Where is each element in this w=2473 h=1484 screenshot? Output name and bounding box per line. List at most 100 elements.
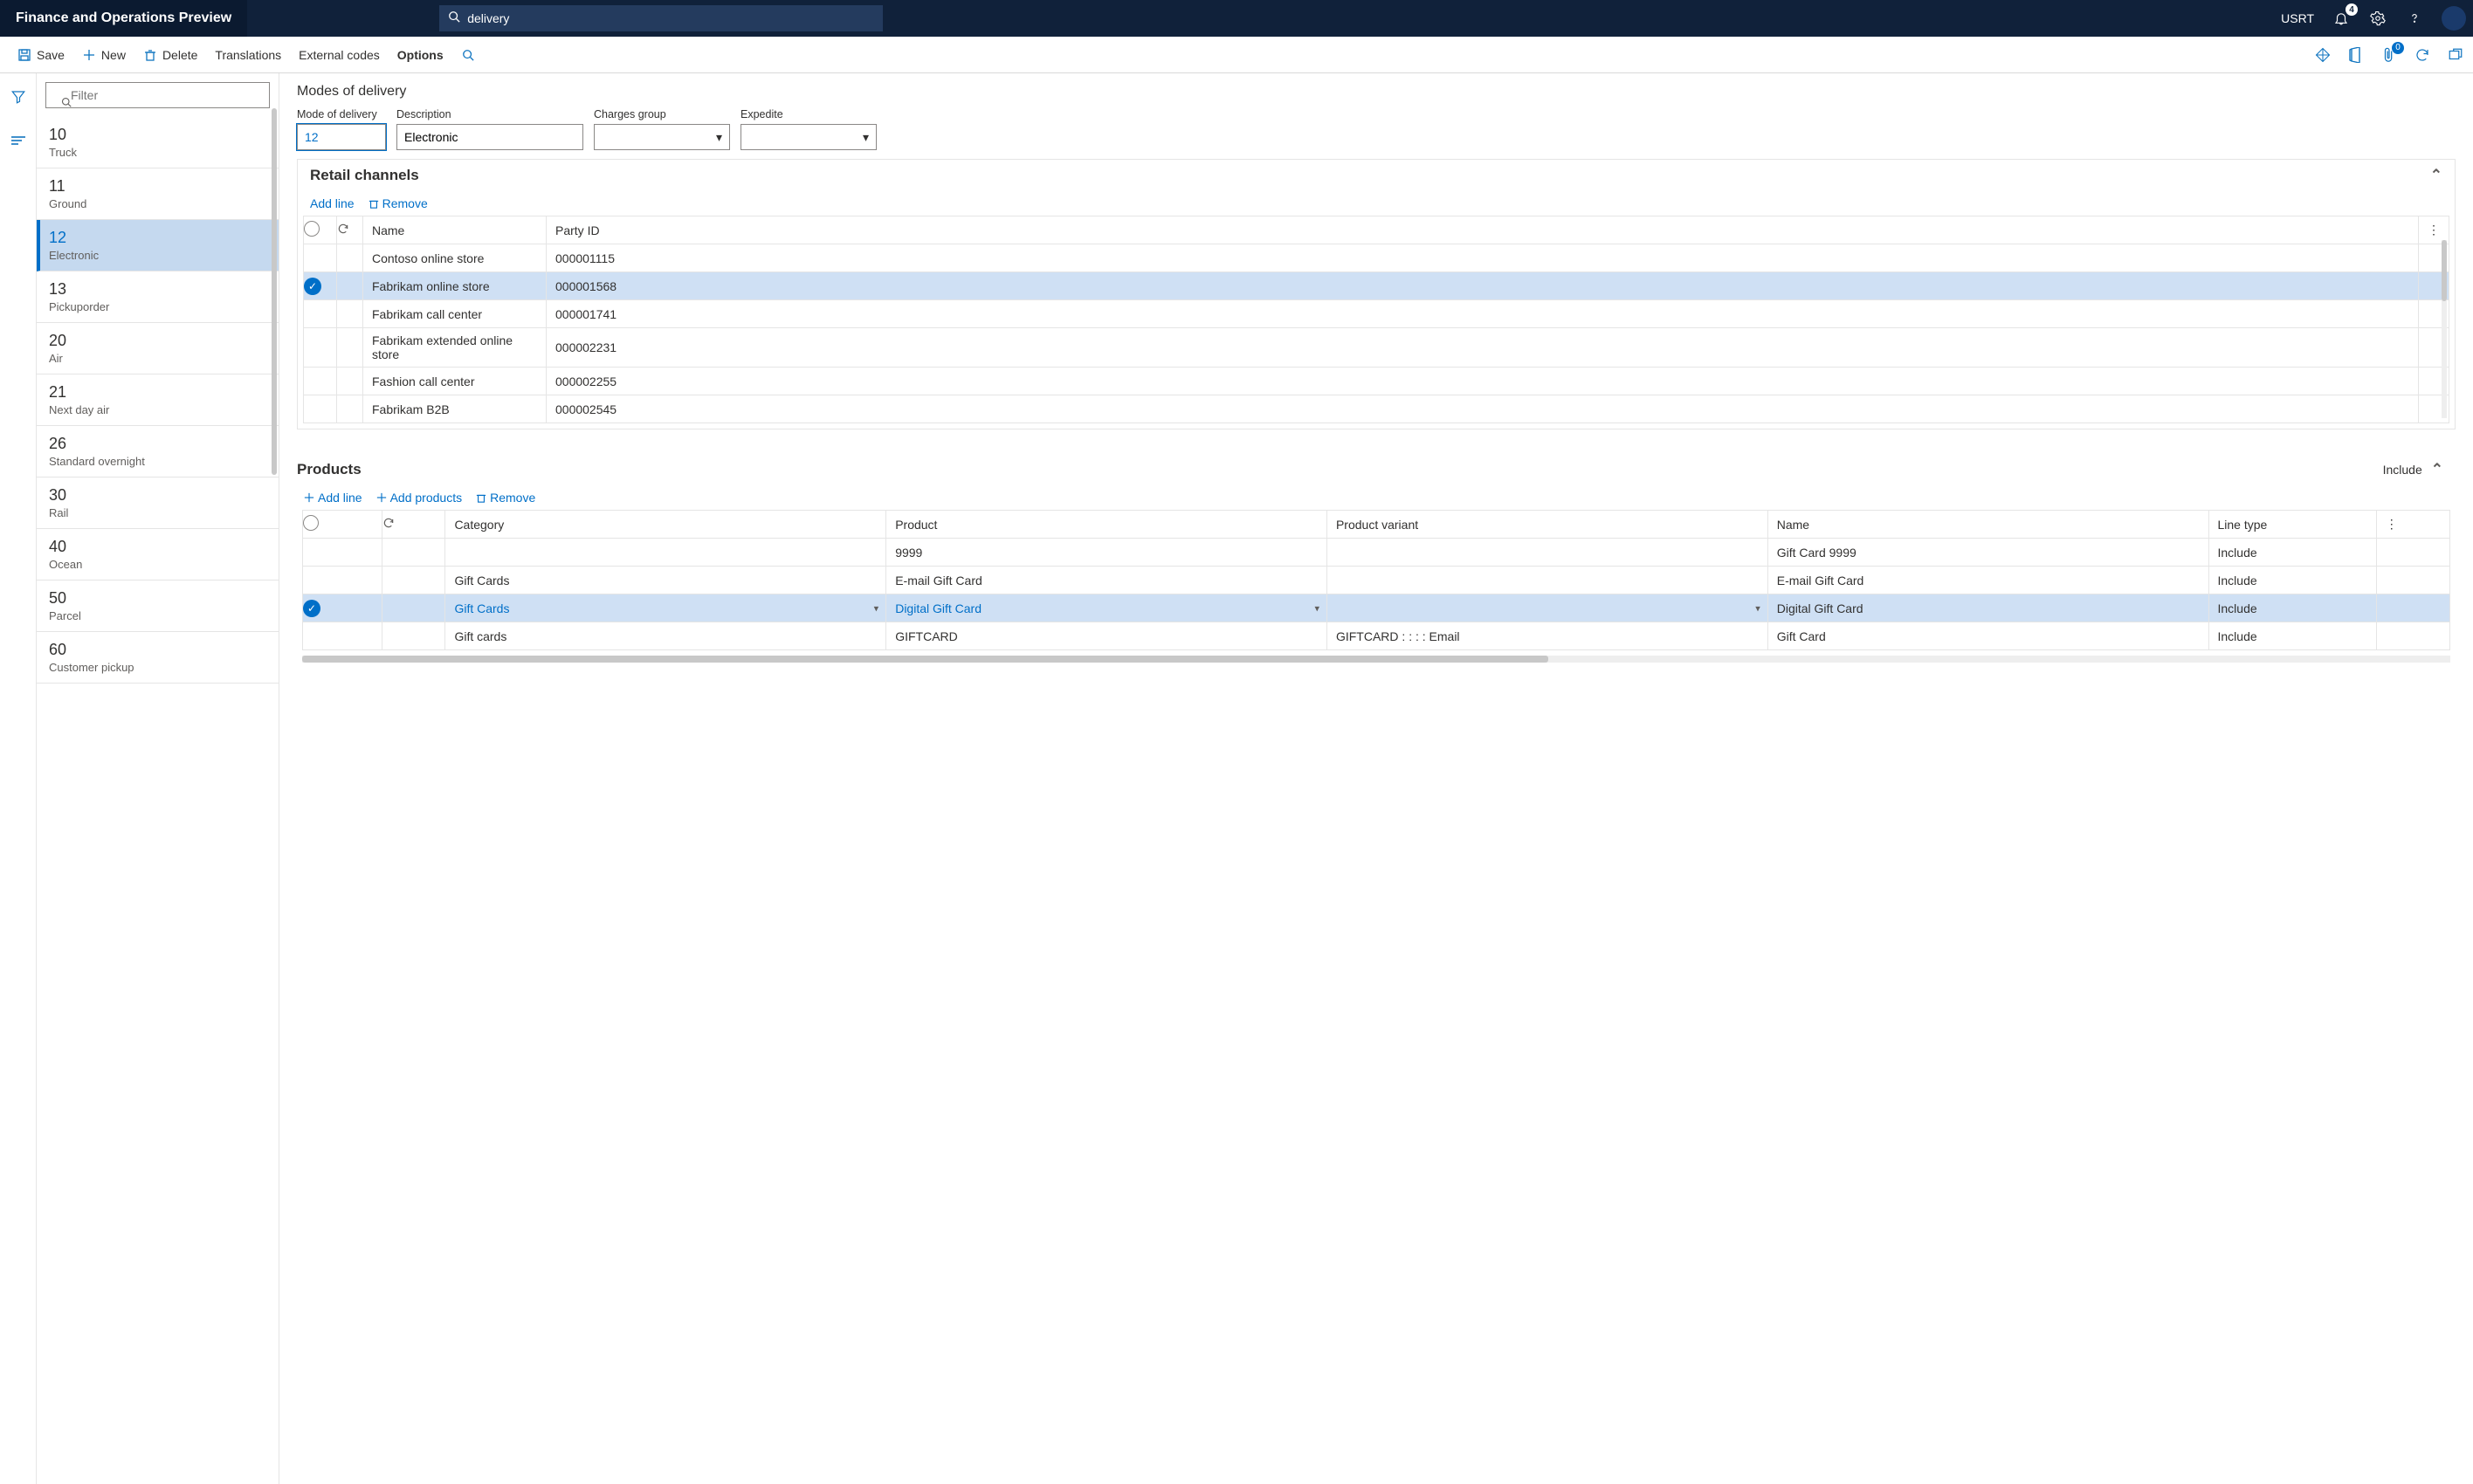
mode-item[interactable]: 20Air: [37, 323, 279, 374]
table-row[interactable]: ✓Fabrikam online store000001568: [304, 272, 2449, 300]
table-row[interactable]: Fabrikam B2B000002545: [304, 395, 2449, 423]
mode-item[interactable]: 60Customer pickup: [37, 632, 279, 684]
search-input[interactable]: [467, 11, 874, 25]
mode-item[interactable]: 30Rail: [37, 477, 279, 529]
avatar[interactable]: [2442, 6, 2466, 31]
page-search-button[interactable]: [452, 43, 484, 67]
section-actions: Add line Remove: [298, 191, 2455, 216]
mode-item[interactable]: 12Electronic: [37, 220, 279, 271]
options-button[interactable]: Options: [389, 43, 452, 67]
add-line-button[interactable]: Add line: [304, 491, 362, 505]
new-label: New: [101, 48, 126, 62]
name-column-header[interactable]: Name: [363, 216, 547, 244]
user-label[interactable]: USRT: [2281, 11, 2314, 25]
name-column-header[interactable]: Name: [1767, 511, 2208, 539]
mode-desc: Pickuporder: [49, 300, 266, 313]
chevron-up-icon[interactable]: ⌃: [2430, 167, 2442, 184]
external-codes-label: External codes: [299, 48, 380, 62]
refresh-icon: [382, 517, 395, 529]
add-line-button[interactable]: Add line: [310, 196, 355, 210]
remove-button[interactable]: Remove: [476, 491, 535, 505]
remove-label: Remove: [490, 491, 535, 505]
section-header[interactable]: Products Include ⌃: [297, 454, 2456, 485]
cell-product[interactable]: Digital Gift Card▾: [886, 594, 1327, 622]
filter-input[interactable]: [45, 82, 270, 108]
table-row[interactable]: Fashion call center000002255: [304, 368, 2449, 395]
remove-button[interactable]: Remove: [369, 196, 428, 210]
grid-more-button[interactable]: ⋮: [2376, 511, 2449, 539]
section-actions: Add line Add products Remove: [297, 485, 2456, 510]
product-column-header[interactable]: Product: [886, 511, 1327, 539]
delete-button[interactable]: Delete: [134, 43, 206, 67]
table-row[interactable]: ✓ Gift Cards▾ Digital Gift Card▾ ▾ Digit…: [303, 594, 2450, 622]
products-section: Products Include ⌃ Add line Add products…: [297, 454, 2456, 663]
popout-button[interactable]: [2447, 46, 2464, 64]
save-button[interactable]: Save: [9, 43, 73, 67]
chevron-up-icon[interactable]: ⌃: [2431, 461, 2443, 478]
cell-product: GIFTCARD: [886, 622, 1327, 650]
mode-item[interactable]: 26Standard overnight: [37, 426, 279, 477]
linetype-column-header[interactable]: Line type: [2208, 511, 2376, 539]
expedite-select[interactable]: ▾: [741, 124, 877, 150]
section-hint: Include: [2383, 463, 2422, 477]
mode-item[interactable]: 10Truck: [37, 117, 279, 168]
diamond-icon[interactable]: [2314, 46, 2332, 64]
list-scrollbar[interactable]: [272, 108, 277, 475]
refresh-column-header[interactable]: [382, 511, 445, 539]
mode-of-delivery-input[interactable]: [297, 124, 386, 150]
mode-item[interactable]: 50Parcel: [37, 581, 279, 632]
cell-variant[interactable]: ▾: [1326, 594, 1767, 622]
cell-name: Fabrikam online store: [363, 272, 547, 300]
mode-of-delivery-label: Mode of delivery: [297, 108, 386, 120]
help-button[interactable]: [2405, 9, 2424, 28]
table-row[interactable]: Fabrikam call center000001741: [304, 300, 2449, 328]
refresh-column-header[interactable]: [337, 216, 363, 244]
refresh-button[interactable]: [2414, 46, 2431, 64]
mode-code: 40: [49, 538, 266, 556]
description-input[interactable]: [396, 124, 583, 150]
cell-category[interactable]: Gift Cards▾: [445, 594, 886, 622]
select-all-header[interactable]: [303, 511, 382, 539]
chevron-down-icon: ▾: [1755, 602, 1760, 614]
mode-desc: Air: [49, 352, 266, 365]
cell-linetype: Include: [2208, 539, 2376, 567]
table-row[interactable]: Gift CardsE-mail Gift CardE-mail Gift Ca…: [303, 567, 2450, 594]
cell-party: 000002231: [547, 328, 2419, 368]
mode-code: 60: [49, 641, 266, 659]
cell-party: 000002545: [547, 395, 2419, 423]
notifications-button[interactable]: 4: [2332, 9, 2351, 28]
party-id-column-header[interactable]: Party ID: [547, 216, 2419, 244]
settings-button[interactable]: [2368, 9, 2387, 28]
cell-category: [445, 539, 886, 567]
filter-box: [45, 82, 270, 108]
category-column-header[interactable]: Category: [445, 511, 886, 539]
select-all-header[interactable]: [304, 216, 337, 244]
global-search[interactable]: [439, 5, 883, 31]
cell-variant: [1326, 539, 1767, 567]
table-row[interactable]: Fabrikam extended online store000002231: [304, 328, 2449, 368]
table-row[interactable]: Gift cardsGIFTCARDGIFTCARD : : : : Email…: [303, 622, 2450, 650]
mode-item[interactable]: 40Ocean: [37, 529, 279, 581]
charges-group-select[interactable]: ▾: [594, 124, 730, 150]
related-info-button[interactable]: [5, 127, 31, 154]
cell-linetype: Include: [2208, 622, 2376, 650]
section-header[interactable]: Retail channels ⌃: [298, 160, 2455, 191]
mode-item[interactable]: 11Ground: [37, 168, 279, 220]
mode-item[interactable]: 13Pickuporder: [37, 271, 279, 323]
grid-scrollbar[interactable]: [2442, 240, 2447, 418]
mode-item[interactable]: 21Next day air: [37, 374, 279, 426]
translations-button[interactable]: Translations: [206, 43, 290, 67]
external-codes-button[interactable]: External codes: [290, 43, 389, 67]
variant-column-header[interactable]: Product variant: [1326, 511, 1767, 539]
funnel-button[interactable]: [5, 84, 31, 110]
table-row[interactable]: Contoso online store000001115: [304, 244, 2449, 272]
add-products-button[interactable]: Add products: [376, 491, 463, 505]
grid-hscrollbar[interactable]: [302, 656, 2450, 663]
cell-name: Gift Card: [1767, 622, 2208, 650]
mode-code: 11: [49, 177, 266, 196]
new-button[interactable]: New: [73, 43, 134, 67]
table-row[interactable]: 9999Gift Card 9999Include: [303, 539, 2450, 567]
attachments-button[interactable]: 0: [2380, 46, 2398, 64]
trash-icon: [476, 492, 486, 503]
office-icon[interactable]: [2347, 46, 2365, 64]
